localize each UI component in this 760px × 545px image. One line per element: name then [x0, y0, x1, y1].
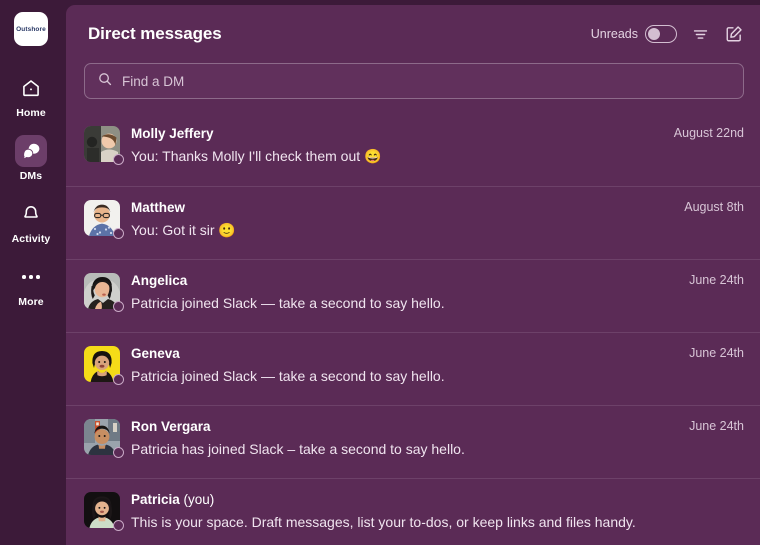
presence-indicator-offline [113, 447, 124, 458]
avatar [84, 419, 124, 458]
dm-text: Ron Vergara Patricia has joined Slack – t… [131, 418, 677, 459]
search-input[interactable]: Find a DM [84, 63, 744, 99]
ellipsis-icon [15, 261, 47, 293]
dm-preview: You: Thanks Molly I'll check them out 😄 [131, 148, 382, 164]
compose-icon[interactable] [724, 24, 744, 44]
rail-item-dms[interactable]: DMs [6, 135, 56, 182]
rail-label-activity: Activity [11, 233, 51, 245]
search-icon [97, 71, 113, 92]
avatar [84, 200, 124, 239]
avatar [84, 492, 124, 531]
filter-icon[interactable] [691, 25, 710, 44]
slack-dms-window: Outshore Home DMs Activity More Direct m… [0, 0, 760, 545]
dm-preview: Patricia joined Slack — take a second to… [131, 368, 445, 384]
dm-list-item[interactable]: Angelica Patricia joined Slack — take a s… [66, 259, 760, 332]
dm-list-item[interactable]: Molly Jeffery You: Thanks Molly I'll chec… [66, 113, 760, 186]
bell-icon [15, 198, 47, 230]
dms-panel: Direct messages Unreads Find a DM Molly … [66, 5, 760, 545]
rail-label-home: Home [16, 107, 46, 119]
workspace-logo-button[interactable]: Outshore [14, 12, 48, 46]
left-rail: Outshore Home DMs Activity More [0, 0, 62, 545]
search-area: Find a DM [66, 63, 760, 99]
dm-timestamp: June 24th [689, 419, 744, 433]
dm-text: Molly Jeffery You: Thanks Molly I'll chec… [131, 125, 662, 166]
dm-preview: You: Got it sir 🙂 [131, 222, 236, 238]
avatar [84, 273, 124, 312]
rail-item-activity[interactable]: Activity [6, 198, 56, 245]
dm-preview: Patricia has joined Slack – take a secon… [131, 441, 465, 457]
rail-label-more: More [18, 296, 44, 308]
presence-indicator-offline [113, 520, 124, 531]
dm-name: Angelica [131, 273, 188, 288]
unreads-toggle[interactable] [645, 25, 677, 43]
panel-header: Direct messages Unreads [66, 5, 760, 63]
dm-timestamp: June 24th [689, 346, 744, 360]
dm-text: Geneva Patricia joined Slack — take a sec… [131, 345, 677, 386]
rail-item-more[interactable]: More [6, 261, 56, 308]
header-actions: Unreads [591, 24, 744, 44]
avatar [84, 126, 124, 165]
dms-icon [15, 135, 47, 167]
dm-list-item[interactable]: Geneva Patricia joined Slack — take a sec… [66, 332, 760, 405]
dm-name: Geneva [131, 346, 180, 361]
dm-name: Patricia (you) [131, 492, 215, 507]
dm-text: Patricia (you) This is your space. Draft … [131, 491, 732, 532]
toggle-knob [648, 28, 660, 40]
dm-timestamp: August 22nd [673, 126, 744, 140]
presence-indicator-offline [113, 228, 124, 239]
home-icon [15, 72, 47, 104]
dm-name: Molly Jeffery [131, 126, 214, 141]
dm-timestamp: August 8th [684, 200, 744, 214]
dm-list-item[interactable]: Matthew You: Got it sir 🙂 August 8th [66, 186, 760, 259]
presence-indicator-offline [113, 154, 124, 165]
workspace-name: Outshore [16, 25, 46, 33]
avatar [84, 346, 124, 385]
dm-text: Matthew You: Got it sir 🙂 [131, 199, 672, 240]
search-placeholder: Find a DM [122, 73, 185, 89]
dm-preview: Patricia joined Slack — take a second to… [131, 295, 445, 311]
page-title: Direct messages [88, 24, 222, 43]
dm-preview: This is your space. Draft messages, list… [131, 514, 636, 530]
unreads-label: Unreads [590, 27, 638, 41]
dm-text: Angelica Patricia joined Slack — take a s… [131, 272, 677, 313]
dm-name: Ron Vergara [131, 419, 211, 434]
rail-item-home[interactable]: Home [6, 72, 56, 119]
dm-list: Molly Jeffery You: Thanks Molly I'll chec… [66, 113, 760, 545]
rail-label-dms: DMs [19, 170, 43, 182]
presence-indicator-offline [113, 374, 124, 385]
dm-name: Matthew [131, 200, 185, 215]
dm-list-item[interactable]: Patricia (you) This is your space. Draft … [66, 478, 760, 545]
dm-timestamp: June 24th [689, 273, 744, 287]
presence-indicator-offline [113, 301, 124, 312]
dm-list-item[interactable]: Ron Vergara Patricia has joined Slack – t… [66, 405, 760, 478]
unreads-toggle-group[interactable]: Unreads [591, 25, 677, 43]
dm-name-suffix: (you) [179, 492, 215, 507]
